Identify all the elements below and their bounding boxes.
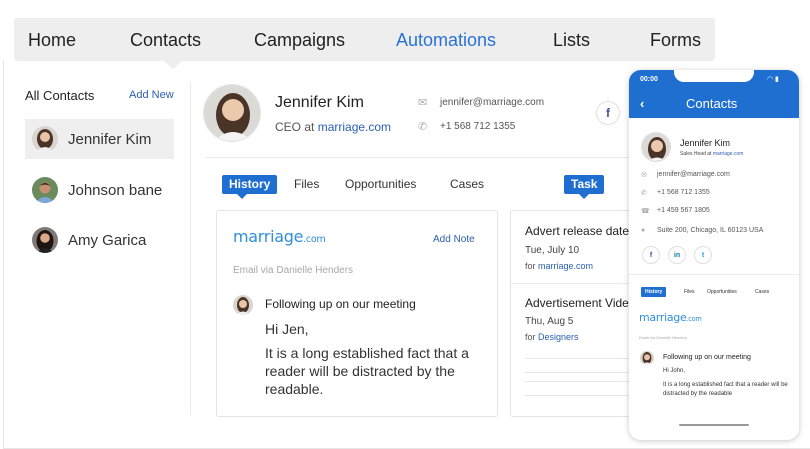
top-nav: Home Contacts Campaigns Automations List… <box>14 18 715 69</box>
contact-role-prefix: Sales Head at <box>680 151 712 157</box>
nav-tab-contacts[interactable]: Contacts <box>130 30 201 51</box>
nav-tab-home[interactable]: Home <box>28 30 76 51</box>
placeholder-line <box>525 381 635 382</box>
facebook-icon[interactable]: f <box>596 101 620 125</box>
nav-tab-automations[interactable]: Automations <box>396 30 496 51</box>
avatar <box>233 295 253 315</box>
tab-cases[interactable]: Cases <box>450 177 484 191</box>
message-greeting: Hi John, <box>663 368 686 374</box>
logo-suffix: .com <box>686 315 702 323</box>
tab-files[interactable]: Files <box>684 289 695 295</box>
task-for-link[interactable]: marriage.com <box>538 261 593 271</box>
contact-avatar <box>641 132 671 162</box>
telephone-icon: ☎ <box>641 208 650 215</box>
contact-email[interactable]: jennifer@marriage.com <box>657 171 730 178</box>
nav-tab-lists[interactable]: Lists <box>553 30 590 51</box>
back-arrow-icon[interactable]: ‹ <box>640 96 644 111</box>
sidebar-item-amy-garica[interactable]: Amy Garica <box>25 220 174 260</box>
message-body: It is a long established fact that a rea… <box>663 382 788 397</box>
contact-email[interactable]: jennifer@marriage.com <box>440 97 544 108</box>
phone-icon: ✆ <box>641 190 647 197</box>
task-date: Thu, Aug 5 <box>525 316 574 327</box>
task-title[interactable]: Advertisement Video <box>525 296 636 310</box>
contact-role: Sales Head at marriage.com <box>680 151 743 157</box>
placeholder-line <box>525 358 635 359</box>
add-note-button[interactable]: Add Note <box>433 234 475 245</box>
task-divider <box>511 283 640 284</box>
home-indicator <box>679 424 749 426</box>
task-for: for Designers <box>525 332 579 342</box>
sidebar-item-jennifer-kim[interactable]: Jennifer Kim <box>25 119 174 159</box>
contact-phone[interactable]: +1 568 712 1355 <box>657 189 710 196</box>
logo-suffix: .com <box>303 234 326 245</box>
task-title[interactable]: Advert release date <box>525 224 629 238</box>
company-logo: marriage.com <box>233 227 326 246</box>
tab-history[interactable]: History <box>641 287 667 297</box>
contact-address: Suite 200, Chicago, IL 60123 USA <box>657 227 764 234</box>
message-greeting: Hi Jen, <box>265 321 309 337</box>
task-for: for marriage.com <box>525 261 593 271</box>
task-for-link[interactable]: Designers <box>538 332 579 342</box>
avatar <box>640 351 654 365</box>
tab-opportunities[interactable]: Opportunities <box>707 289 737 295</box>
status-time: 00:00 <box>640 76 658 83</box>
status-icons: ◠ ▮ <box>767 76 779 83</box>
phone-notch <box>674 70 754 82</box>
contact-company-link[interactable]: marriage.com <box>318 120 391 134</box>
placeholder-line <box>525 372 635 373</box>
tab-opportunities[interactable]: Opportunities <box>345 177 416 191</box>
sidebar-item-label: Jennifer Kim <box>68 130 152 148</box>
task-for-prefix: for <box>525 332 536 342</box>
avatar <box>32 126 58 152</box>
sidebar-item-label: Johnson bane <box>68 181 163 199</box>
task-date: Tue, July 10 <box>525 245 580 256</box>
contact-role-prefix: CEO at <box>275 120 315 134</box>
twitter-icon[interactable]: t <box>694 246 712 264</box>
contact-name: Jennifer Kim <box>680 138 731 148</box>
add-new-link[interactable]: Add New <box>129 89 174 101</box>
contact-phone-alt[interactable]: +1 459 567 1805 <box>657 207 710 214</box>
contact-name: Jennifer Kim <box>275 94 364 111</box>
placeholder-line <box>525 395 635 396</box>
tab-history[interactable]: History <box>222 175 278 199</box>
nav-tab-forms[interactable]: Forms <box>650 30 701 51</box>
avatar <box>32 177 58 203</box>
contact-company-link[interactable]: marriage.com <box>713 151 744 157</box>
mobile-divider <box>629 274 799 275</box>
history-panel: marriage.com Add Note Email via Danielle… <box>216 210 498 417</box>
logo-text: marriage <box>233 227 304 246</box>
mail-icon: ✉ <box>418 97 428 109</box>
sidebar-item-johnson-bane[interactable]: Johnson bane <box>25 170 174 210</box>
nav-tab-campaigns[interactable]: Campaigns <box>254 30 345 51</box>
sidebar-title: All Contacts <box>25 88 95 103</box>
task-for-prefix: for <box>525 261 536 271</box>
header-divider <box>205 157 635 158</box>
tab-files[interactable]: Files <box>294 177 319 191</box>
linkedin-icon[interactable]: in <box>668 246 686 264</box>
contact-role: CEO at marriage.com <box>275 120 391 134</box>
message-body: It is a long established fact that a rea… <box>265 345 469 397</box>
email-via: Email via Danielle Henders <box>639 335 688 340</box>
task-panel: Advert release date Tue, July 10 for mar… <box>510 210 640 417</box>
location-pin-icon: ● <box>641 227 646 234</box>
logo-text: marriage <box>639 311 687 324</box>
sidebar-item-label: Amy Garica <box>68 231 147 249</box>
message-subject: Following up on our meeting <box>663 354 751 361</box>
facebook-icon[interactable]: f <box>642 246 660 264</box>
tab-cases[interactable]: Cases <box>755 289 769 295</box>
message-subject: Following up on our meeting <box>265 297 416 311</box>
phone-icon: ✆ <box>418 121 428 133</box>
mail-icon: ✉ <box>641 172 647 179</box>
mobile-preview: 00:00 ◠ ▮ ‹ Contacts Jennifer Kim Sales … <box>629 70 799 440</box>
sidebar-divider <box>190 82 191 415</box>
tab-task[interactable]: Task <box>564 175 605 199</box>
mobile-title: Contacts <box>686 96 738 111</box>
company-logo: marriage.com <box>639 311 702 324</box>
email-via: Email via Danielle Henders <box>233 265 354 276</box>
avatar <box>32 227 58 253</box>
contact-phone[interactable]: +1 568 712 1355 <box>440 121 515 132</box>
contact-avatar <box>203 84 261 142</box>
